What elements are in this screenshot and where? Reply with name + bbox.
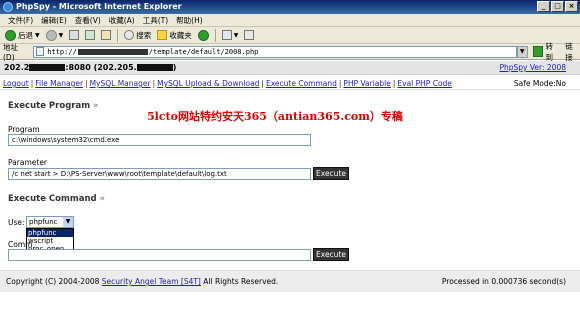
version-link[interactable]: PhpSpy Ver: 2008 — [500, 63, 567, 72]
menu-edit[interactable]: 编辑(E) — [37, 14, 71, 26]
star-icon — [157, 30, 168, 40]
menu-help[interactable]: 帮助(H) — [172, 14, 207, 26]
minimize-button[interactable]: _ — [537, 1, 550, 12]
execute-program-title: Execute Program » — [8, 101, 99, 111]
close-button[interactable]: × — [565, 1, 578, 12]
copyright-prefix: Copyright (C) 2004-2008 — [6, 277, 102, 286]
menu-tools[interactable]: 工具(T) — [139, 14, 172, 26]
processed-time: Processed in 0.000736 second(s) — [441, 277, 566, 286]
option-wscript[interactable]: wscript — [27, 237, 73, 245]
nav-logout[interactable]: Logout — [3, 79, 29, 88]
go-arrow-icon — [532, 46, 544, 57]
window-title: PhpSpy - Microsoft Internet Explorer — [16, 2, 182, 11]
execute-command-title: Execute Command » — [8, 194, 105, 204]
method-selected-value: phpfunc — [29, 218, 58, 226]
watermark-text: 5lcto网站特约安天365（antian365.com）专稿 — [147, 110, 403, 123]
stop-button[interactable] — [67, 28, 81, 43]
print-button[interactable] — [242, 28, 256, 43]
forward-arrow-icon — [45, 29, 57, 41]
history-icon — [197, 29, 209, 41]
nav-execute-command[interactable]: Execute Command — [266, 79, 337, 88]
phpspy-header: 202.2 :8080 (202.205.) PhpSpy Ver: 2008 — [0, 61, 580, 75]
url-prefix: http:// — [47, 47, 77, 56]
redacted-host — [136, 64, 173, 71]
nav-mysql-manager[interactable]: MySQL Manager — [90, 79, 151, 88]
window-title-bar: PhpSpy - Microsoft Internet Explorer _ □… — [0, 0, 580, 14]
execute-program-button[interactable]: Execute — [313, 167, 349, 180]
menu-favorites[interactable]: 收藏(A) — [105, 14, 139, 26]
back-button[interactable]: 后退 ▼ — [3, 28, 42, 43]
chevron-down-icon: ▼ — [63, 217, 73, 227]
redacted-host — [29, 64, 66, 71]
use-label: Use: — [8, 218, 25, 227]
raquo-icon: » — [93, 101, 99, 111]
toolbar-divider — [214, 28, 216, 42]
print-icon — [244, 30, 255, 40]
go-label: 转到 — [545, 41, 553, 62]
execute-command-title-text: Execute Command — [8, 194, 97, 204]
page-icon — [36, 47, 45, 56]
command-label: Comm — [8, 240, 33, 249]
server-host: 202.2 :8080 (202.205.) — [4, 63, 176, 72]
nav-file-manager[interactable]: File Manager — [35, 79, 83, 88]
nav-mysql-upload-download[interactable]: MySQL Upload & Download — [157, 79, 259, 88]
copyright-suffix: All Rights Reserved. — [200, 277, 279, 286]
host-prefix: 202.2 — [4, 63, 30, 72]
forward-button[interactable]: ▼ — [44, 28, 66, 43]
stop-icon — [69, 30, 80, 40]
execute-program-title-text: Execute Program — [8, 101, 91, 111]
method-select[interactable]: phpfunc ▼ — [26, 216, 74, 228]
back-label: 后退 — [18, 30, 33, 40]
mail-button[interactable]: ▼ — [220, 28, 241, 43]
footer-copyright: Copyright (C) 2004-2008 Security Angel T… — [6, 277, 278, 286]
redacted-host — [77, 48, 148, 55]
toolbar-divider — [117, 28, 119, 42]
search-label: 搜索 — [136, 30, 152, 40]
chevron-down-icon: ▼ — [58, 31, 64, 39]
home-button[interactable] — [99, 28, 113, 43]
option-phpfunc[interactable]: phpfunc — [27, 229, 73, 237]
address-bar: 地址(D) http:// /template/default/2008.php… — [0, 41, 580, 63]
menu-view[interactable]: 查看(V) — [71, 14, 105, 26]
links-label[interactable]: 链接 — [565, 41, 580, 63]
host-mid: :8080 (202.205. — [65, 63, 137, 72]
chevron-down-icon: ▼ — [233, 31, 239, 39]
program-label: Program — [8, 125, 40, 134]
address-dropdown-button[interactable]: ▼ — [516, 45, 528, 58]
history-button[interactable] — [196, 28, 211, 43]
refresh-icon — [85, 30, 96, 40]
search-icon — [124, 30, 135, 40]
chevron-down-icon: ▼ — [35, 31, 40, 39]
back-arrow-icon — [5, 29, 16, 41]
main-nav: Logout | File Manager | MySQL Manager | MyS… — [0, 78, 580, 90]
url-suffix: /template/default/2008.php — [148, 47, 259, 56]
safe-mode-status: Safe Mode:No — [513, 79, 566, 88]
go-button[interactable]: 转到 — [532, 41, 561, 63]
address-label: 地址(D) — [3, 42, 18, 62]
search-button[interactable]: 搜索 — [122, 28, 153, 43]
home-icon — [101, 30, 112, 40]
nav-eval-php-code[interactable]: Eval PHP Code — [397, 79, 452, 88]
favorites-label: 收藏夹 — [169, 30, 192, 40]
menu-file[interactable]: 文件(F) — [4, 14, 37, 26]
execute-command-button[interactable]: Execute — [313, 248, 349, 261]
host-suffix: ) — [172, 63, 177, 72]
address-input[interactable]: http:// /template/default/2008.php — [33, 45, 517, 58]
parameter-label: Parameter — [8, 158, 48, 167]
menu-bar: 文件(F) 编辑(E) 查看(V) 收藏(A) 工具(T) 帮助(H) — [0, 14, 580, 27]
nav-php-variable[interactable]: PHP Variable — [343, 79, 390, 88]
raquo-icon: » — [99, 194, 106, 204]
browser-toolbar: 后退 ▼ ▼ 搜索 收藏夹 ▼ — [0, 27, 580, 44]
parameter-input[interactable]: /c net start > D:\PS-Server\www\root\tem… — [8, 168, 311, 180]
program-input[interactable]: c:\windows\system32\cmd.exe — [8, 134, 311, 146]
ie-icon — [3, 2, 13, 12]
command-input[interactable] — [8, 249, 311, 261]
team-link[interactable]: Security Angel Team [S4T] — [102, 277, 201, 286]
mail-icon — [221, 30, 232, 40]
refresh-button[interactable] — [83, 28, 97, 43]
maximize-button[interactable]: □ — [551, 1, 564, 12]
favorites-button[interactable]: 收藏夹 — [155, 28, 194, 43]
